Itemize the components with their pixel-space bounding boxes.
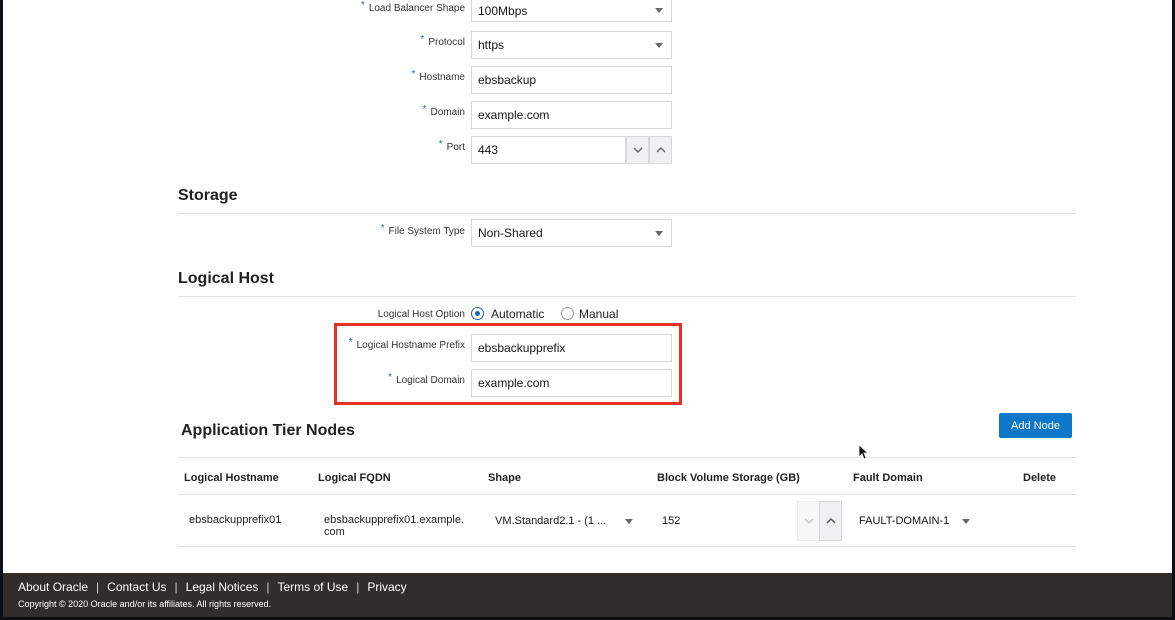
footer-link-about-oracle[interactable]: About Oracle	[18, 580, 88, 594]
footer-copyright: Copyright © 2020 Oracle and/or its affil…	[18, 599, 272, 609]
hostname-label: * Hostname	[411, 69, 465, 83]
hostname-input[interactable]: ebsbackup	[471, 66, 672, 94]
column-header-delete: Delete	[1023, 472, 1057, 484]
domain-input[interactable]: example.com	[471, 101, 672, 129]
domain-label: * Domain	[422, 104, 465, 118]
row-storage-increment-button[interactable]	[819, 501, 842, 541]
chevron-down-icon	[625, 518, 633, 524]
column-header-shape: Shape	[488, 472, 522, 484]
page-canvas: * Load Balancer Shape 100Mbps * Protocol h…	[3, 0, 1172, 617]
add-node-button[interactable]: Add Node	[999, 413, 1072, 438]
manual-radio[interactable]	[561, 307, 574, 320]
footer-separator: |	[356, 580, 360, 594]
highlight-box	[334, 323, 682, 405]
column-header-logical-hostname: Logical Hostname	[184, 472, 279, 484]
protocol-label: * Protocol	[420, 34, 465, 48]
protocol-select[interactable]: https	[471, 31, 672, 59]
chevron-down-icon	[655, 8, 663, 13]
manual-radio-label[interactable]: Manual	[579, 307, 618, 321]
automatic-radio[interactable]	[471, 307, 484, 320]
footer-links: About Oracle | Contact Us | Legal Notice…	[18, 580, 407, 594]
table-bottom-divider	[178, 546, 1076, 547]
footer-link-contact-us[interactable]: Contact Us	[107, 580, 166, 594]
port-label: * Port	[438, 139, 465, 153]
chevron-down-icon	[655, 42, 663, 48]
footer-separator: |	[96, 580, 100, 594]
file-system-type-select[interactable]: Non-Shared	[471, 219, 672, 247]
app-tier-section-title: Application Tier Nodes	[181, 422, 355, 439]
footer-link-privacy[interactable]: Privacy	[367, 580, 406, 594]
row-block-volume-input[interactable]: 152	[656, 501, 797, 541]
column-header-block-volume-storage: Block Volume Storage (GB)	[657, 472, 800, 484]
footer-separator: |	[174, 580, 178, 594]
chevron-up-icon	[826, 518, 835, 524]
logical-host-option-label: Logical Host Option	[377, 309, 465, 320]
storage-section-title: Storage	[178, 187, 238, 204]
table-header-divider	[178, 494, 1076, 495]
file-system-type-label: * File System Type	[380, 223, 465, 237]
logical-host-section-title: Logical Host	[178, 270, 275, 287]
mouse-cursor-icon	[858, 444, 870, 460]
row-fqdn-line2: com	[324, 526, 345, 538]
port-increment-button[interactable]	[649, 136, 672, 164]
row-shape-select[interactable]: VM.Standard2.1 - (1 ...	[489, 507, 641, 535]
row-logical-hostname: ebsbackupprefix01	[189, 514, 282, 526]
automatic-radio-label[interactable]: Automatic	[491, 307, 544, 321]
chevron-down-icon	[655, 230, 663, 236]
port-input[interactable]: 443	[471, 136, 626, 164]
column-header-fault-domain: Fault Domain	[853, 472, 923, 484]
column-header-logical-fqdn: Logical FQDN	[318, 472, 391, 484]
footer-link-terms-of-use[interactable]: Terms of Use	[278, 580, 349, 594]
chevron-down-icon	[962, 518, 970, 524]
footer-separator: |	[266, 580, 270, 594]
chevron-down-icon	[804, 518, 813, 524]
footer: About Oracle | Contact Us | Legal Notice…	[3, 573, 1172, 617]
chevron-up-icon	[656, 147, 665, 153]
load-balancer-shape-select[interactable]: 100Mbps	[471, 0, 672, 22]
chevron-down-icon	[633, 147, 642, 153]
footer-link-legal-notices[interactable]: Legal Notices	[186, 580, 259, 594]
logical-host-divider	[178, 296, 1076, 297]
load-balancer-shape-label: * Load Balancer Shape	[360, 0, 465, 14]
storage-divider	[178, 213, 1076, 214]
row-logical-fqdn: ebsbackupprefix01.example. com	[324, 514, 464, 538]
row-fqdn-line1: ebsbackupprefix01.example.	[324, 514, 465, 526]
row-fault-domain-select[interactable]: FAULT-DOMAIN-1	[853, 507, 978, 535]
row-storage-decrement-button[interactable]	[797, 501, 820, 541]
port-decrement-button[interactable]	[626, 136, 649, 164]
table-top-divider	[178, 457, 1076, 458]
